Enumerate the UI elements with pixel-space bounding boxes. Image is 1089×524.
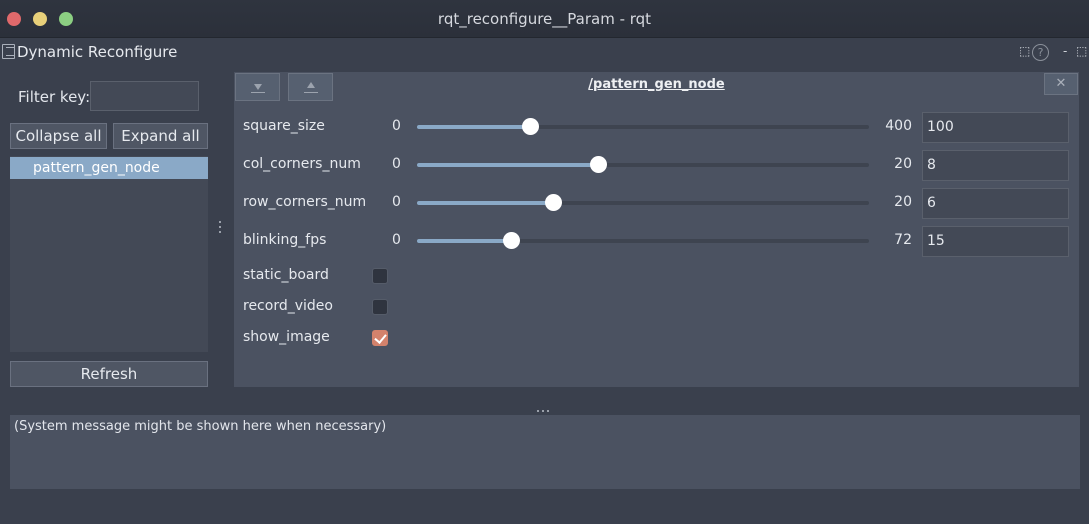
param-slider[interactable]: [417, 118, 869, 135]
param-min: 0: [392, 156, 401, 172]
undock-icon[interactable]: ⬚: [1019, 44, 1030, 58]
tree-item-pattern-gen-node[interactable]: pattern_gen_node: [10, 157, 208, 179]
system-message-box: (System message might be shown here when…: [10, 415, 1080, 489]
horizontal-splitter-handle[interactable]: [537, 400, 553, 412]
expand-all-button[interactable]: Expand all: [113, 123, 208, 149]
vertical-splitter-handle[interactable]: [219, 221, 222, 237]
node-tree[interactable]: pattern_gen_node: [10, 156, 208, 352]
refresh-button[interactable]: Refresh: [10, 361, 208, 387]
param-min: 0: [392, 194, 401, 210]
slider-fill: [417, 163, 598, 167]
window-title: rqt_reconfigure__Param - rqt: [437, 10, 652, 28]
slider-fill: [417, 239, 512, 243]
param-slider[interactable]: [417, 156, 869, 173]
dock-title: Dynamic Reconfigure: [17, 43, 178, 61]
param-max: 400: [885, 118, 912, 134]
node-title: /pattern_gen_node: [588, 77, 725, 92]
param-value-input[interactable]: 6: [922, 188, 1069, 219]
static-board-checkbox[interactable]: [372, 268, 388, 284]
param-max: 20: [894, 194, 912, 210]
show-image-checkbox[interactable]: [372, 330, 388, 346]
param-min: 0: [392, 118, 401, 134]
slider-fill: [417, 125, 530, 129]
close-node-button[interactable]: ✕: [1044, 73, 1078, 95]
slider-handle[interactable]: [522, 118, 539, 135]
param-label: square_size: [243, 118, 325, 134]
collapse-all-button[interactable]: Collapse all: [10, 123, 107, 149]
param-label: row_corners_num: [243, 194, 367, 210]
slider-handle[interactable]: [503, 232, 521, 249]
param-label: blinking_fps: [243, 232, 327, 248]
slider-fill: [417, 201, 553, 205]
minimize-dock-icon[interactable]: -: [1063, 44, 1067, 58]
close-dock-icon[interactable]: ⬚: [1076, 44, 1087, 58]
param-label: record_video: [243, 298, 333, 314]
plugin-icon: [2, 44, 15, 59]
help-icon[interactable]: ?: [1032, 44, 1049, 61]
filter-key-input[interactable]: [90, 81, 199, 111]
param-max: 72: [894, 232, 912, 248]
param-max: 20: [894, 156, 912, 172]
param-slider[interactable]: [417, 194, 869, 211]
param-label: col_corners_num: [243, 156, 361, 172]
filter-key-label: Filter key:: [18, 88, 91, 106]
param-value-input[interactable]: 15: [922, 226, 1069, 257]
record-video-checkbox[interactable]: [372, 299, 388, 315]
window-titlebar: rqt_reconfigure__Param - rqt: [0, 0, 1089, 38]
dock-titlebar: Dynamic Reconfigure ⬚ ? - ⬚: [0, 38, 1089, 66]
slider-handle[interactable]: [589, 156, 607, 173]
system-message-text: (System message might be shown here when…: [14, 419, 387, 434]
node-param-panel: /pattern_gen_node ✕ square_size 0 400 10…: [234, 72, 1079, 387]
param-slider[interactable]: [417, 232, 869, 249]
param-value-input[interactable]: 100: [922, 112, 1069, 143]
param-label: show_image: [243, 329, 330, 345]
param-min: 0: [392, 232, 401, 248]
param-label: static_board: [243, 267, 329, 283]
slider-handle[interactable]: [544, 194, 562, 211]
param-value-input[interactable]: 8: [922, 150, 1069, 181]
